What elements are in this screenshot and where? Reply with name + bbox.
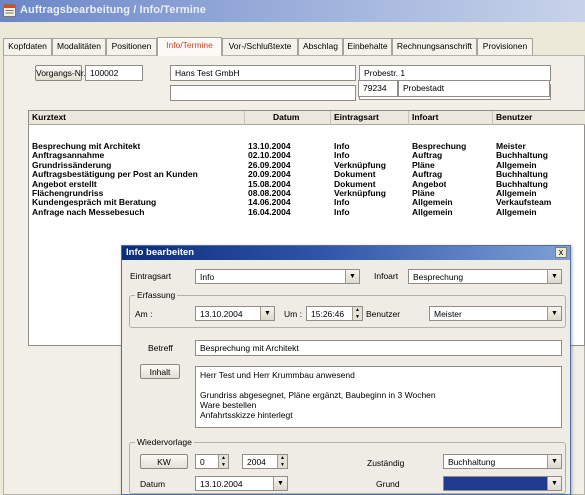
benutzer-label: Benutzer	[366, 309, 401, 319]
grund-combo[interactable]: ▼	[443, 476, 562, 491]
year-value: 2004	[247, 457, 266, 467]
datum-combo[interactable]: 13.10.2004 ▼	[195, 476, 288, 491]
infoart-combo[interactable]: Besprechung ▼	[408, 269, 562, 284]
tab-modalitaeten[interactable]: Modalitäten	[52, 38, 106, 55]
list-item[interactable]: Anfrage nach Messebesuch 16.04.2004 Info Al…	[29, 207, 585, 217]
um-label: Um :	[284, 309, 302, 319]
chevron-down-icon[interactable]: ▼	[547, 307, 561, 320]
zustaendig-combo[interactable]: Buchhaltung ▼	[443, 454, 562, 469]
zustaendig-value: Buchhaltung	[448, 457, 496, 467]
customer-name-field[interactable]: Hans Test GmbH	[170, 65, 356, 81]
tab-provisionen[interactable]: Provisionen	[477, 38, 533, 55]
benutzer-value: Meister	[434, 309, 462, 319]
tab-einbehalte[interactable]: Einbehalte	[343, 38, 392, 55]
dialog-title-bar: Info bearbeiten x	[122, 246, 570, 260]
grund-label: Grund	[376, 479, 400, 489]
cell-datum: 16.04.2004	[248, 206, 291, 217]
vorgangs-nr-field[interactable]: 100002	[85, 65, 143, 81]
am-value: 13.10.2004	[200, 309, 243, 319]
betreff-label: Betreff	[148, 343, 173, 353]
cell-kurztext: Anfrage nach Messebesuch	[32, 206, 145, 217]
tab-rechnungsanschrift[interactable]: Rechnungsanschrift	[392, 38, 477, 55]
inhalt-line: Grundriss abgesegnet, Pläne ergänzt, Bau…	[200, 390, 436, 400]
chevron-down-icon[interactable]: ▼	[547, 477, 561, 490]
zustaendig-label: Zuständig	[367, 458, 405, 468]
column-header-benutzer[interactable]: Benutzer	[493, 111, 585, 125]
tab-strip: Kopfdaten Modalitäten Positionen Info/Te…	[3, 37, 585, 56]
um-time-field[interactable]: 15:26:46 ▲ ▼	[306, 306, 363, 321]
wiedervorlage-title: Wiedervorlage	[135, 437, 194, 447]
benutzer-combo[interactable]: Meister ▼	[429, 306, 562, 321]
datum-label: Datum	[140, 479, 166, 489]
betreff-field[interactable]: Besprechung mit Architekt	[195, 340, 562, 356]
column-header-kurztext[interactable]: Kurztext	[29, 111, 245, 125]
cell-benutzer: Allgemein	[496, 206, 537, 217]
title-bar: Auftragsbearbeitung / Info/Termine	[0, 0, 585, 22]
kw-spinner[interactable]: 0 ▲ ▼	[195, 454, 229, 469]
am-label: Am :	[135, 309, 153, 319]
chevron-down-icon[interactable]: ▼	[345, 270, 359, 283]
kw-button[interactable]: KW	[140, 454, 188, 469]
column-header-eintragsart[interactable]: Eintragsart	[331, 111, 409, 125]
tab-positionen[interactable]: Positionen	[106, 38, 157, 55]
column-header-infoart[interactable]: Infoart	[409, 111, 493, 125]
eintragsart-label: Eintragsart	[130, 271, 172, 281]
vorgangs-nr-button[interactable]: Vorgangs-Nr.	[35, 65, 86, 81]
street-field[interactable]: Probestr. 1	[359, 65, 551, 81]
app-window-icon	[3, 4, 16, 17]
spin-updown-icon[interactable]: ▲ ▼	[352, 307, 362, 320]
erfassung-title: Erfassung	[135, 290, 178, 300]
inhalt-line	[200, 380, 557, 390]
info-bearbeiten-dialog: Info bearbeiten x Eintragsart Info ▼ Inf…	[121, 245, 571, 495]
datum-value: 13.10.2004	[200, 479, 243, 489]
chevron-down-icon[interactable]: ▼	[273, 477, 287, 490]
main-window: Auftragsbearbeitung / Info/Termine Kopfd…	[0, 0, 585, 495]
close-icon[interactable]: x	[555, 247, 567, 258]
spin-updown-icon[interactable]: ▲ ▼	[218, 455, 228, 468]
tab-abschlag[interactable]: Abschlag	[298, 38, 343, 55]
tab-info-termine[interactable]: Info/Termine	[157, 37, 222, 56]
year-spinner[interactable]: 2004 ▲ ▼	[242, 454, 288, 469]
chevron-down-icon[interactable]: ▼	[260, 307, 274, 320]
infoart-label: Infoart	[374, 271, 399, 281]
cell-eintragsart: Info	[334, 206, 350, 217]
inhalt-line: Anfahrtsskizze hinterlegt	[200, 410, 293, 420]
city-field[interactable]: Probestadt	[398, 80, 550, 97]
list-header: Kurztext Datum Eintragsart Infoart Benut…	[29, 111, 585, 125]
zip-field[interactable]: 79234	[358, 80, 398, 97]
cell-infoart: Allgemein	[412, 206, 453, 217]
inhalt-textarea[interactable]: Herr Test und Herr Krummbau anwesend Gru…	[195, 366, 562, 428]
customer-line2-field[interactable]	[170, 85, 356, 101]
infoart-value: Besprechung	[413, 272, 464, 282]
chevron-down-icon[interactable]: ▼	[547, 270, 561, 283]
eintragsart-value: Info	[200, 272, 215, 282]
tab-kopfdaten[interactable]: Kopfdaten	[3, 38, 52, 55]
spin-updown-icon[interactable]: ▲ ▼	[277, 455, 287, 468]
dialog-title: Info bearbeiten	[126, 247, 195, 258]
kw-value: 0	[200, 457, 205, 467]
eintragsart-combo[interactable]: Info ▼	[195, 269, 360, 284]
inhalt-line: Herr Test und Herr Krummbau anwesend	[200, 370, 355, 380]
tab-vor-schlusstexte[interactable]: Vor-/Schlußtexte	[222, 38, 298, 55]
column-header-datum[interactable]: Datum	[245, 111, 331, 125]
am-date-field[interactable]: 13.10.2004 ▼	[195, 306, 275, 321]
um-value: 15:26:46	[311, 309, 345, 319]
chevron-down-icon[interactable]: ▼	[547, 455, 561, 468]
window-title: Auftragsbearbeitung / Info/Termine	[20, 4, 206, 16]
inhalt-button[interactable]: Inhalt	[140, 364, 180, 379]
inhalt-line: Ware bestellen	[200, 400, 257, 410]
